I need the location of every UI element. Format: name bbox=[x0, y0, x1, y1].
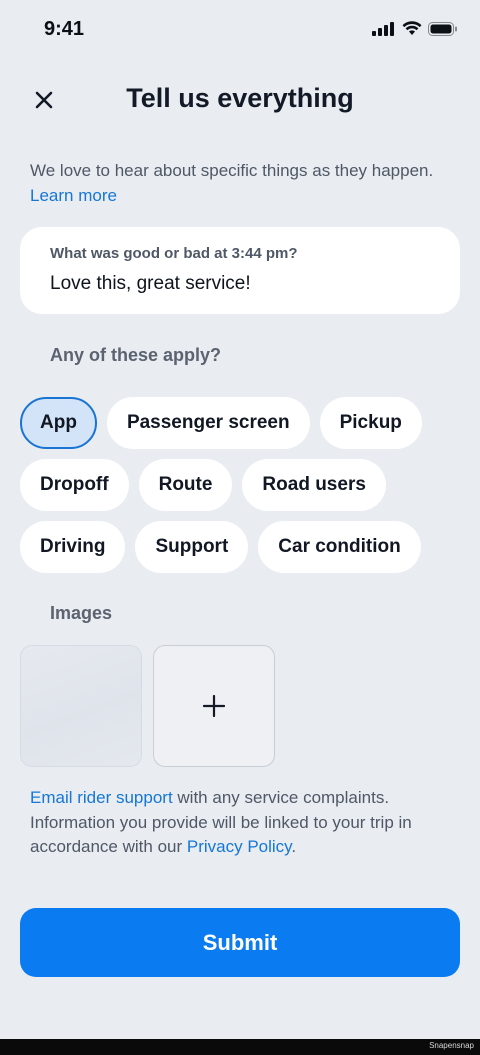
chip-app[interactable]: App bbox=[20, 397, 97, 449]
bottom-bar: Snapensnap bbox=[0, 1039, 480, 1055]
page-title: Tell us everything bbox=[126, 83, 354, 113]
feedback-label: What was good or bad at 3:44 pm? bbox=[50, 245, 298, 262]
privacy-policy-link[interactable]: Privacy Policy bbox=[187, 837, 292, 856]
email-support-link[interactable]: Email rider support bbox=[30, 788, 173, 807]
chip-row: App Passenger screen Pickup bbox=[20, 397, 460, 449]
status-icons bbox=[372, 21, 458, 36]
chip-road-users[interactable]: Road users bbox=[242, 459, 386, 511]
feedback-input[interactable] bbox=[50, 273, 440, 295]
header: Tell us everything bbox=[0, 76, 480, 126]
chip-row: Dropoff Route Road users bbox=[20, 459, 460, 511]
status-bar: 9:41 bbox=[0, 0, 480, 62]
feedback-card[interactable]: What was good or bad at 3:44 pm? bbox=[20, 227, 460, 314]
signal-icon bbox=[372, 21, 394, 36]
disclaimer: Email rider support with any service com… bbox=[30, 786, 455, 860]
chip-pickup[interactable]: Pickup bbox=[319, 397, 422, 449]
chip-route[interactable]: Route bbox=[138, 459, 233, 511]
battery-icon bbox=[428, 21, 457, 36]
image-thumbnail[interactable] bbox=[20, 645, 142, 767]
chip-passenger-screen[interactable]: Passenger screen bbox=[106, 397, 310, 449]
add-image-button[interactable] bbox=[153, 645, 275, 767]
categories-label: Any of these apply? bbox=[50, 345, 222, 365]
learn-more-link[interactable]: Learn more bbox=[30, 186, 117, 205]
image-thumbnail-preview bbox=[21, 646, 141, 766]
category-chips: App Passenger screen Pickup Dropoff Rout… bbox=[20, 397, 460, 583]
chip-support[interactable]: Support bbox=[135, 521, 249, 573]
chip-car-condition[interactable]: Car condition bbox=[258, 521, 421, 573]
chip-row: Driving Support Car condition bbox=[20, 521, 460, 573]
status-time: 9:41 bbox=[44, 18, 85, 40]
images-label: Images bbox=[50, 603, 113, 623]
disclaimer-period: . bbox=[291, 837, 297, 856]
wifi-icon bbox=[402, 21, 422, 35]
submit-button[interactable]: Submit bbox=[20, 908, 460, 977]
watermark: Snapensnap bbox=[429, 1041, 474, 1050]
plus-icon bbox=[203, 695, 225, 717]
chip-dropoff[interactable]: Dropoff bbox=[20, 459, 129, 511]
chip-driving[interactable]: Driving bbox=[20, 521, 126, 573]
intro-text: We love to hear about specific things as… bbox=[30, 158, 450, 208]
intro-body: We love to hear about specific things as… bbox=[30, 161, 434, 180]
